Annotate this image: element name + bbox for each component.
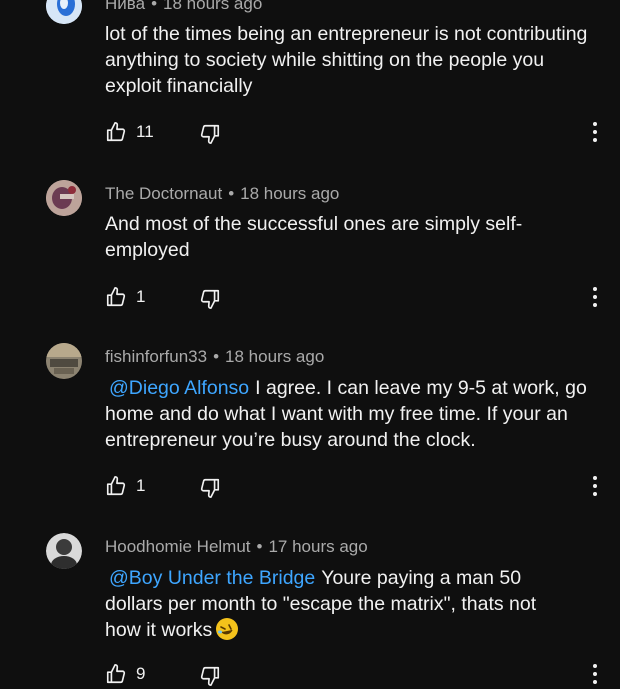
comment-actions: 9 — [105, 663, 605, 689]
author-name[interactable]: The Doctornaut — [105, 184, 222, 203]
thumbs-up-icon[interactable] — [105, 286, 127, 308]
thumbs-down-icon[interactable] — [199, 123, 221, 145]
comment-meta: Hoodhomie Helmut • 17 hours ago — [105, 537, 368, 557]
avatar-image — [46, 0, 82, 24]
comment-time: 18 hours ago — [240, 184, 340, 203]
avatar[interactable] — [46, 533, 82, 569]
thumbs-down-icon[interactable] — [199, 665, 221, 687]
avatar[interactable] — [46, 343, 82, 379]
separator-dot: • — [228, 184, 235, 203]
avatar[interactable] — [46, 180, 82, 216]
separator-dot: • — [151, 0, 158, 13]
more-options-icon[interactable] — [591, 286, 599, 308]
thumbs-up-icon[interactable] — [105, 475, 127, 497]
comment-meta: The Doctornaut • 18 hours ago — [105, 184, 339, 204]
comment-text: And most of the successful ones are simp… — [105, 213, 523, 261]
avatar-image — [46, 343, 82, 379]
like-count: 1 — [136, 287, 146, 306]
comment-actions: 1 — [105, 475, 605, 501]
comment-text: @Diego Alfonso I agree. I can leave my 9-… — [105, 375, 600, 453]
thumbs-up-icon[interactable] — [105, 121, 127, 143]
comment-meta: fishinforfun33 • 18 hours ago — [105, 347, 324, 367]
more-options-icon[interactable] — [591, 121, 599, 143]
rolling-on-floor-laughing-emoji — [216, 618, 239, 640]
avatar[interactable] — [46, 0, 82, 24]
avatar-image — [46, 533, 82, 569]
avatar-image — [46, 180, 82, 216]
thumbs-down-icon[interactable] — [199, 288, 221, 310]
mention-link[interactable]: @Diego Alfonso — [109, 377, 249, 399]
comment-time: 18 hours ago — [163, 0, 263, 13]
comment-time: 18 hours ago — [225, 347, 325, 366]
comment-text: lot of the times being an entrepreneur i… — [105, 23, 588, 97]
like-count: 9 — [136, 664, 146, 683]
thumbs-up-icon[interactable] — [105, 663, 127, 685]
comment-actions: 11 — [105, 121, 605, 147]
comment-actions: 1 — [105, 286, 605, 312]
comment-time: 17 hours ago — [268, 537, 368, 556]
separator-dot: • — [213, 347, 220, 366]
separator-dot: • — [256, 537, 263, 556]
more-options-icon[interactable] — [591, 663, 599, 685]
emoji-face — [217, 619, 238, 639]
author-name[interactable]: Hoodhomie Helmut — [105, 537, 251, 556]
like-count: 11 — [136, 122, 154, 141]
thumbs-down-icon[interactable] — [199, 477, 221, 499]
author-name[interactable]: fishinforfun33 — [105, 347, 207, 366]
like-count: 1 — [136, 476, 146, 495]
mention-link[interactable]: @Boy Under the Bridge — [109, 567, 315, 589]
more-options-icon[interactable] — [591, 475, 599, 497]
author-name[interactable]: Нива — [105, 0, 145, 13]
comment-meta: Нива • 18 hours ago — [105, 0, 262, 14]
comment-text: @Boy Under the Bridge Youre paying a man … — [105, 565, 575, 643]
